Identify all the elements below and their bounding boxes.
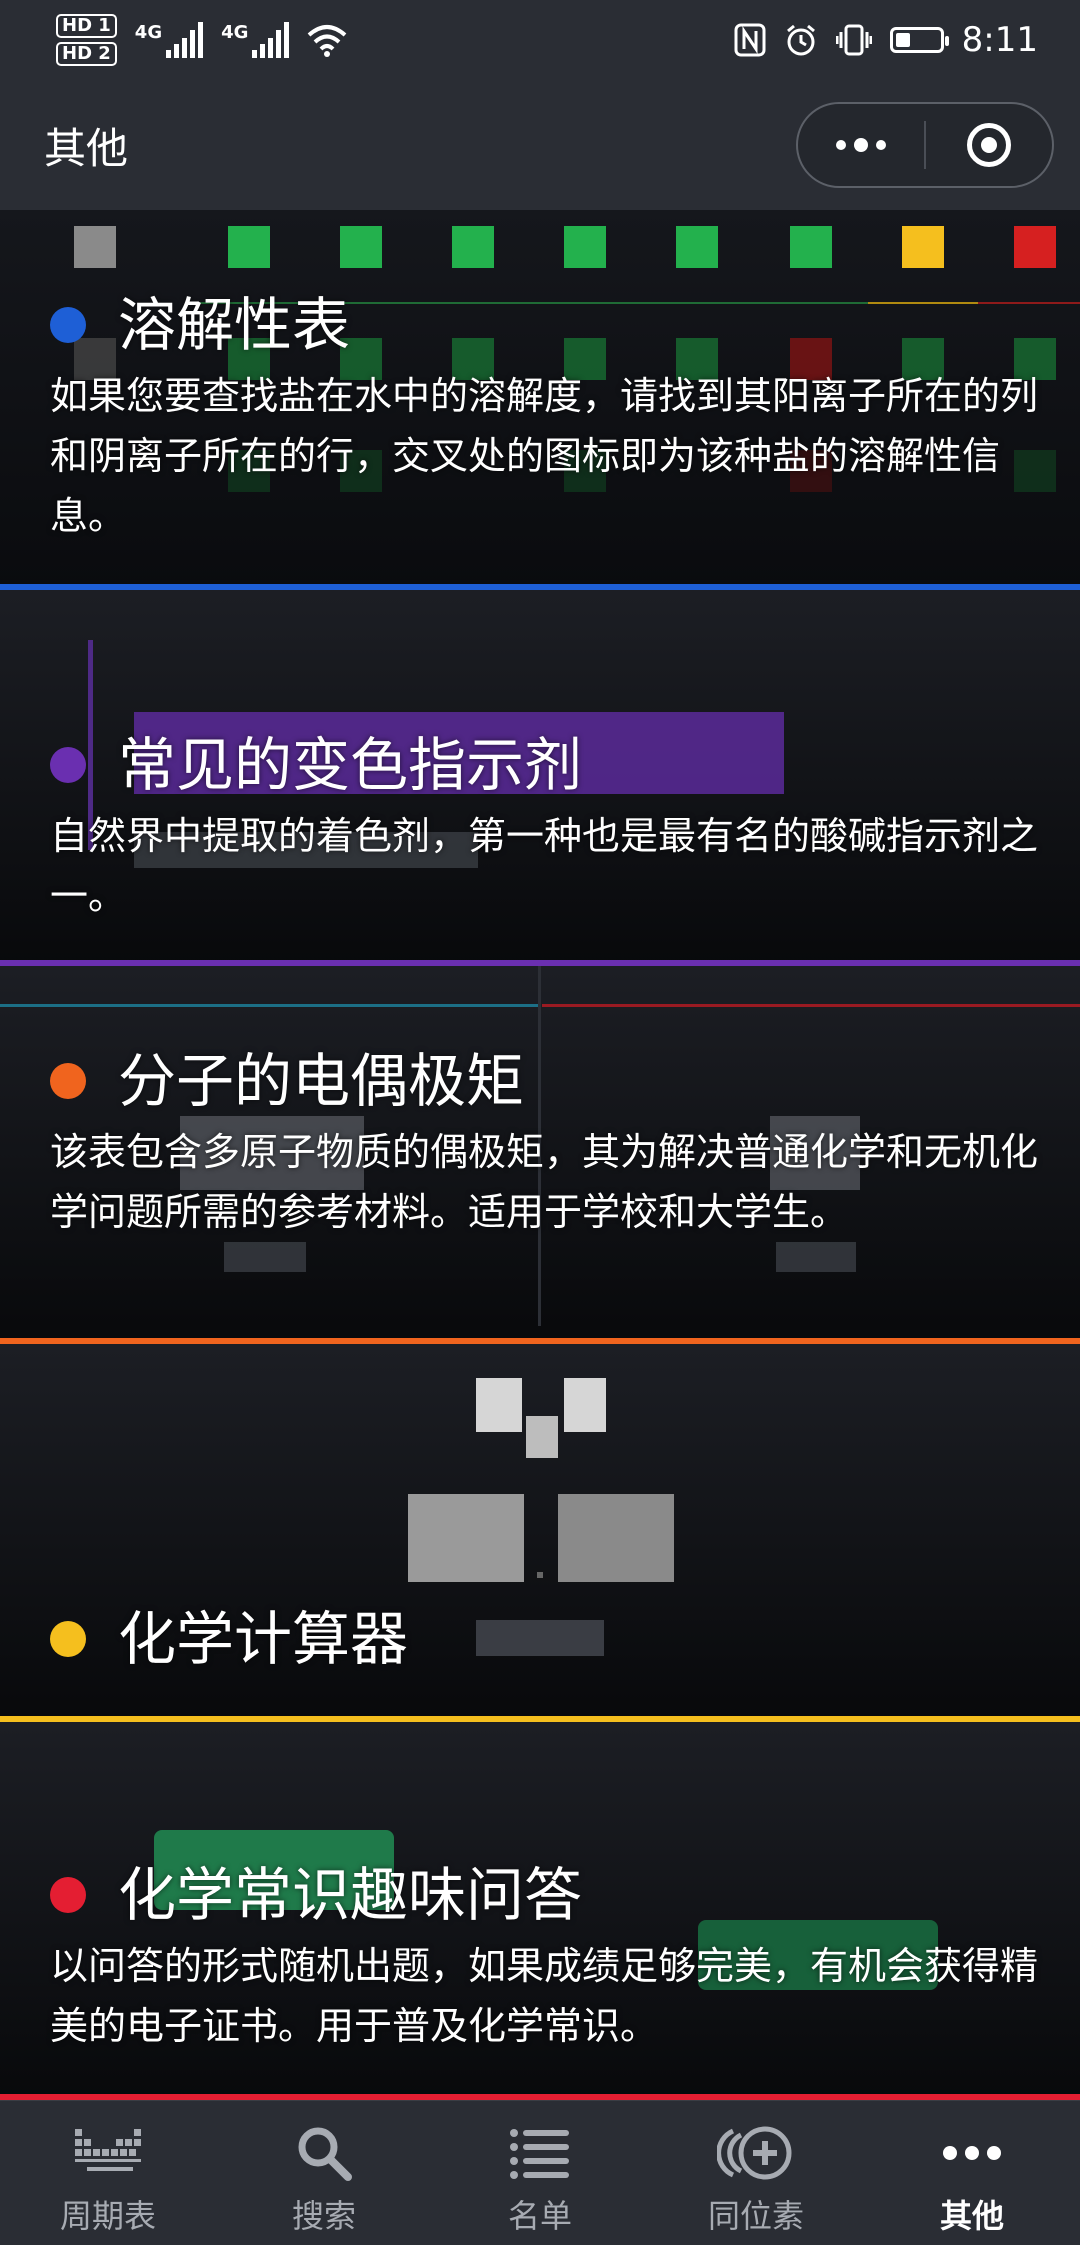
card-title: 溶解性表: [118, 291, 351, 359]
tab-other[interactable]: 其他: [864, 2101, 1080, 2245]
tab-search[interactable]: 搜索: [216, 2101, 432, 2245]
status-bar: HD 1 HD 2 4G 4G 8:11: [0, 0, 1080, 80]
tab-label: 其他: [939, 2197, 1004, 2235]
search-icon: [298, 2127, 352, 2181]
card-accent-dot: [50, 1621, 86, 1657]
hd-indicator: HD 1 HD 2: [56, 12, 117, 68]
more-icon: [943, 2146, 1001, 2160]
more-options-button[interactable]: [798, 138, 924, 152]
card-description: 自然界中提取的着色剂，第一种也是最有名的酸碱指示剂之一。: [50, 814, 1039, 918]
tab-periodic-table[interactable]: 周期表: [0, 2101, 216, 2245]
bottom-tab-bar: 周期表 搜索 名单 同位素 其他: [0, 2100, 1080, 2245]
card-accent-dot: [50, 307, 86, 343]
periodic-table-icon: [75, 2129, 141, 2171]
card-accent-dot: [50, 1063, 86, 1099]
app-header: 其他: [0, 80, 1080, 210]
signal-icon: [252, 22, 290, 58]
nfc-icon: [734, 23, 766, 57]
tab-label: 搜索: [291, 2197, 356, 2235]
vibrate-icon: [835, 24, 872, 56]
signal-icon: [166, 22, 204, 58]
isotope-icon: [717, 2126, 792, 2180]
target-icon: [967, 123, 1011, 167]
card-chemistry-calculator[interactable]: 化学计算器: [0, 1344, 1080, 1722]
close-button[interactable]: [926, 123, 1052, 167]
list-icon: [510, 2129, 569, 2179]
alarm-icon: [786, 24, 815, 56]
card-title: 常见的变色指示剂: [118, 731, 583, 799]
card-title: 分子的电偶极矩: [118, 1047, 525, 1115]
card-description: 如果您要查找盐在水中的溶解度，请找到其阳离子所在的列和阴离子所在的行，交叉处的图…: [50, 374, 1039, 538]
card-title: 化学常识趣味问答: [118, 1861, 583, 1929]
card-solubility-table[interactable]: 溶解性表 如果您要查找盐在水中的溶解度，请找到其阳离子所在的列和阴离子所在的行，…: [0, 210, 1080, 590]
network-type-1: 4G: [134, 22, 163, 43]
tab-list[interactable]: 名单: [432, 2101, 648, 2245]
card-dipole-moments[interactable]: 分子的电偶极矩 该表包含多原子物质的偶极矩，其为解决普通化学和无机化学问题所需的…: [0, 966, 1080, 1344]
hd1-label: HD 1: [56, 14, 117, 38]
tab-isotope[interactable]: 同位素: [648, 2101, 864, 2245]
card-chemistry-quiz[interactable]: 化学常识趣味问答 以问答的形式随机出题，如果成绩足够完美，有机会获得精美的电子证…: [0, 1722, 1080, 2100]
card-description: 以问答的形式随机出题，如果成绩足够完美，有机会获得精美的电子证书。用于普及化学常…: [50, 1944, 1039, 2048]
tab-label: 同位素: [707, 2197, 804, 2235]
clock: 8:11: [961, 20, 1038, 60]
tab-label: 周期表: [59, 2197, 156, 2235]
wifi-icon: [308, 25, 347, 57]
card-accent-dot: [50, 747, 86, 783]
network-type-2: 4G: [221, 22, 249, 43]
tab-label: 名单: [507, 2197, 572, 2235]
battery-icon: [889, 27, 949, 53]
page-title: 其他: [44, 123, 129, 173]
card-color-indicators[interactable]: 常见的变色指示剂 自然界中提取的着色剂，第一种也是最有名的酸碱指示剂之一。: [0, 590, 1080, 966]
mini-program-capsule: [796, 102, 1054, 188]
card-description: 该表包含多原子物质的偶极矩，其为解决普通化学和无机化学问题所需的参考材料。适用于…: [50, 1130, 1039, 1234]
hd2-label: HD 2: [56, 42, 117, 66]
card-accent-dot: [50, 1877, 86, 1913]
card-title: 化学计算器: [118, 1605, 409, 1673]
